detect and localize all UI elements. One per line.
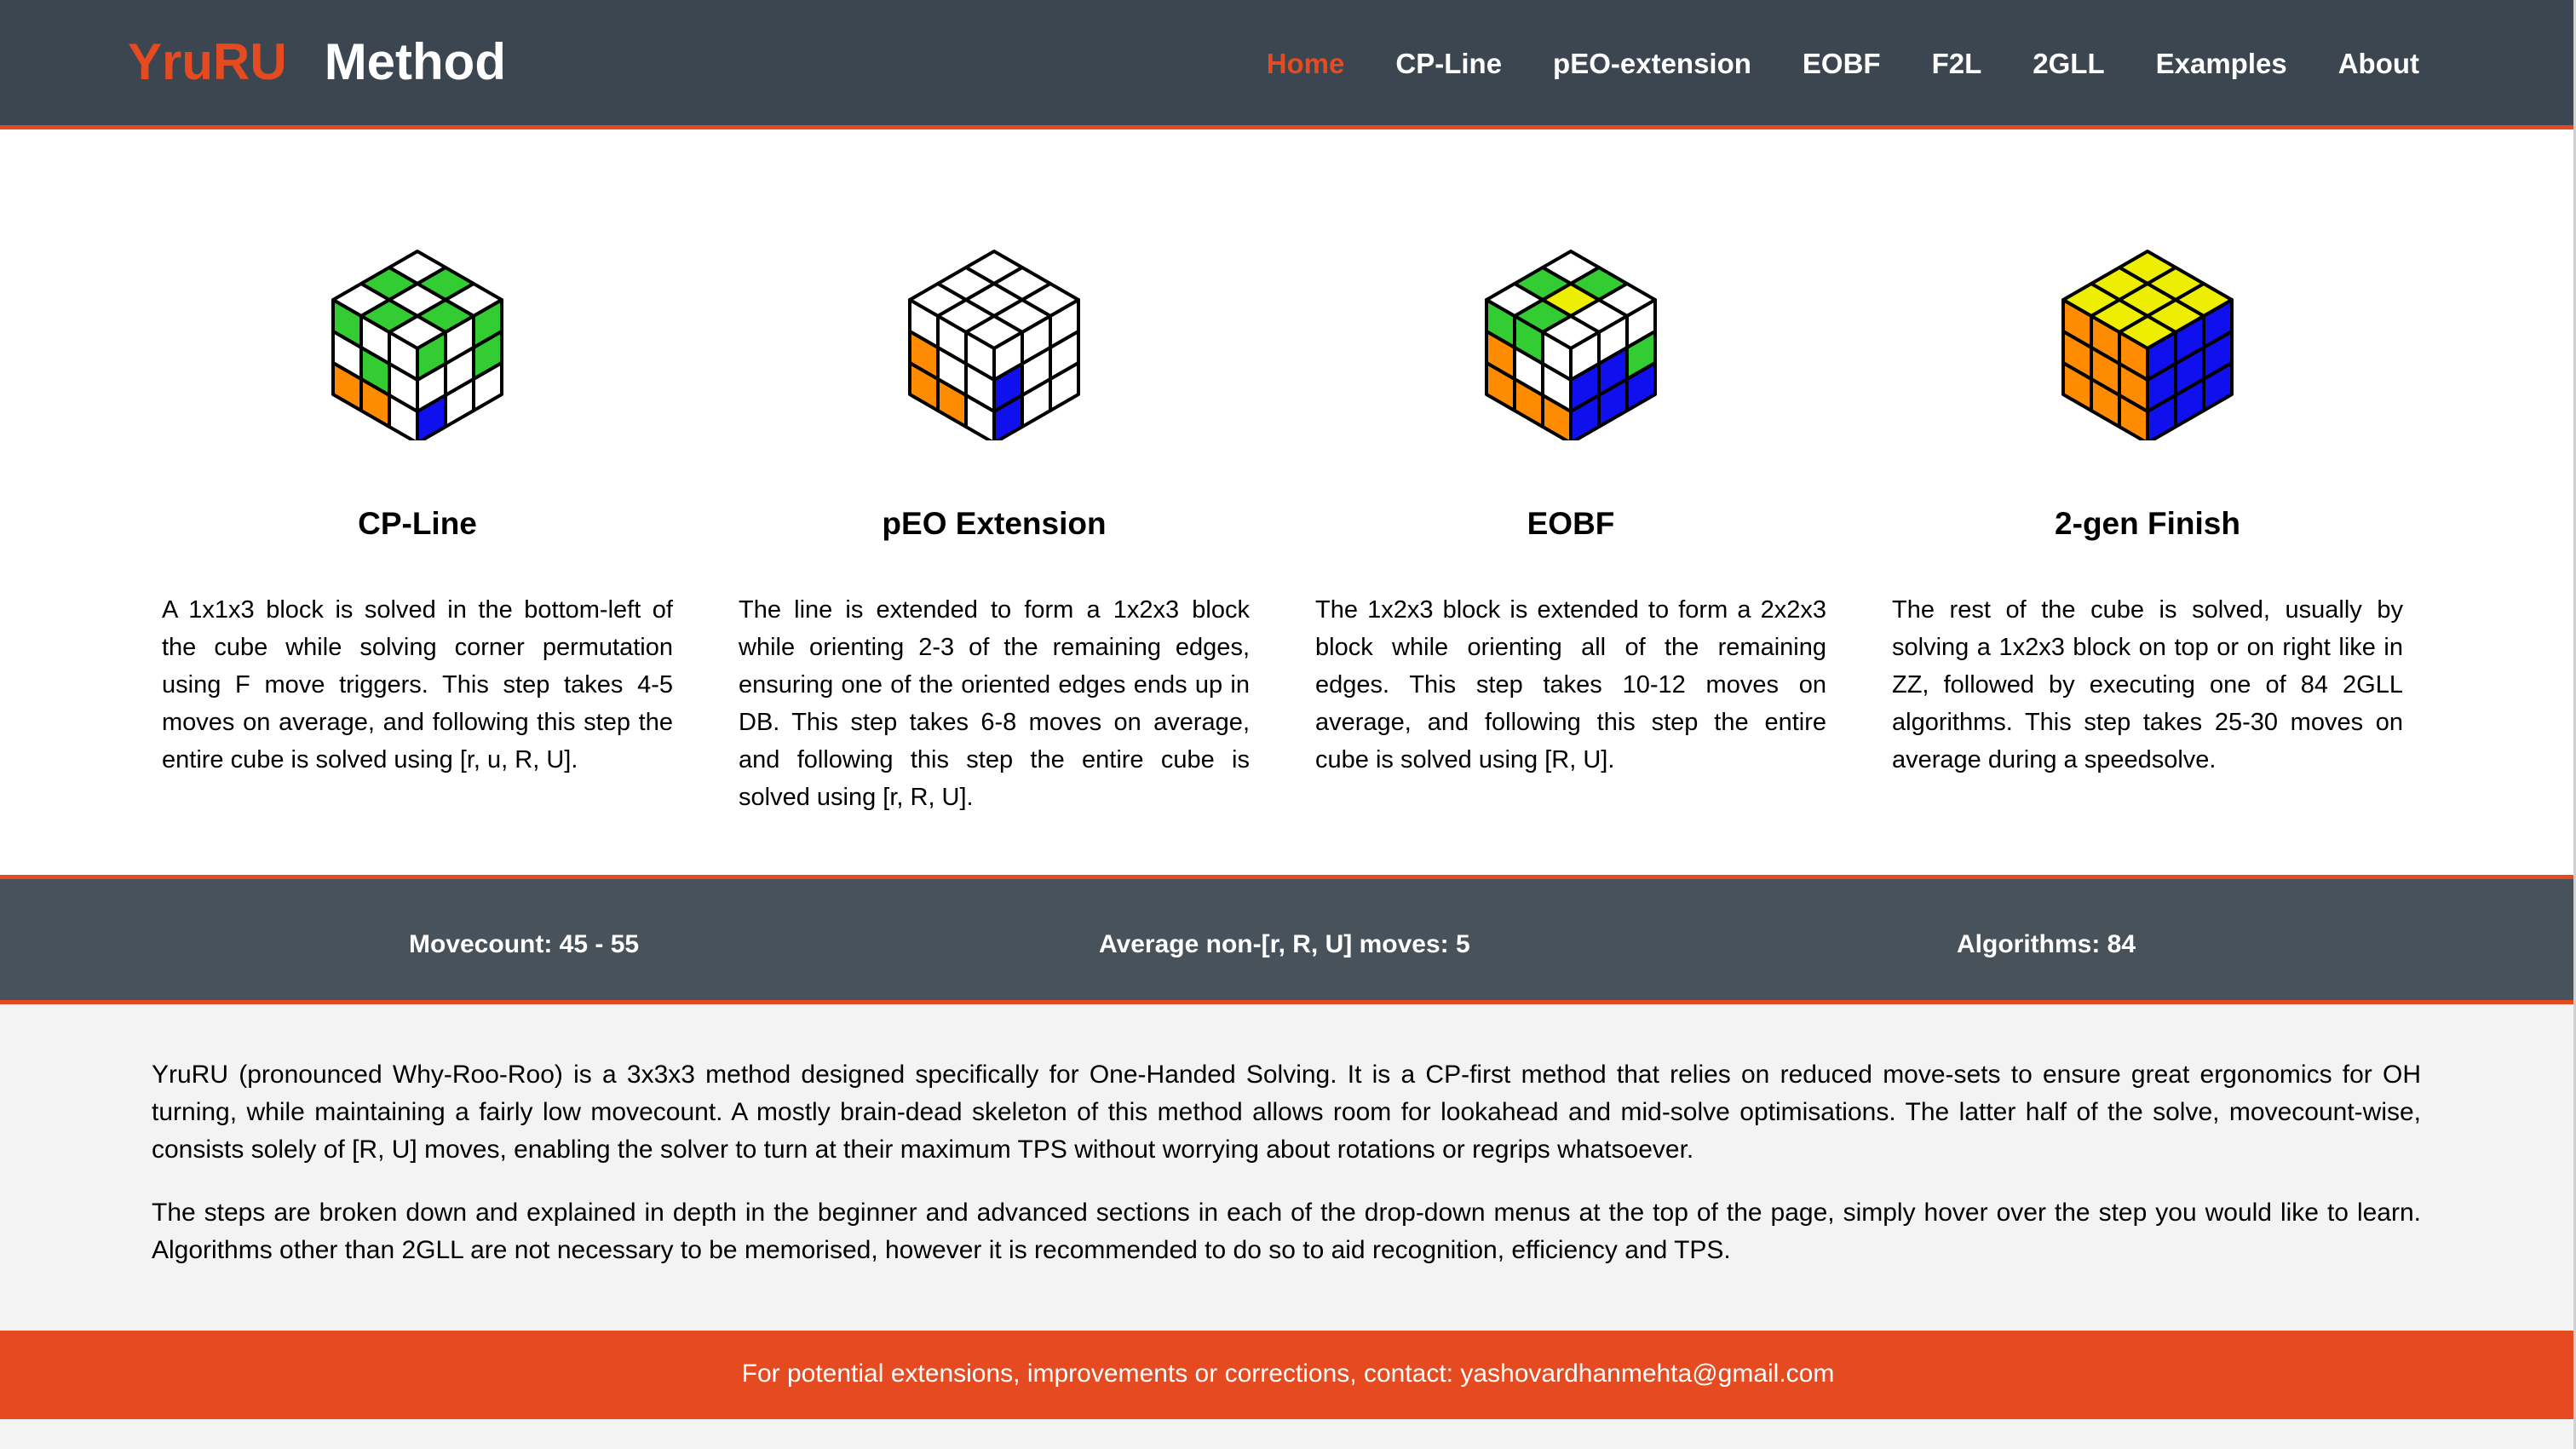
stat-algorithms: Algorithms: 84 <box>1957 930 2136 958</box>
step-title: CP-Line <box>358 506 477 541</box>
nav-cp-line[interactable]: CP-Line <box>1395 48 1502 80</box>
nav-examples[interactable]: Examples <box>2156 48 2287 80</box>
step-title: EOBF <box>1527 506 1615 541</box>
step-description: The rest of the cube is solved, usually … <box>1892 596 2403 773</box>
nav-peo-extension[interactable]: pEO-extension <box>1553 48 1751 80</box>
site-logo[interactable]: YruRU Method <box>128 32 506 91</box>
step-card-cp-line: CP-Line A 1x1x3 block is solved in the b… <box>162 129 673 779</box>
nav-home[interactable]: Home <box>1267 48 1345 80</box>
site-header: YruRU Method Home CP-Line pEO-extension E… <box>0 0 2576 129</box>
intro-paragraph-1: YruRU (pronounced Why-Roo-Roo) is a 3x3x… <box>152 1061 2421 1164</box>
cube-peo-extension-icon <box>908 250 1080 440</box>
steps-section: CP-Line A 1x1x3 block is solved in the b… <box>0 129 2576 875</box>
stat-movecount: Movecount: 45 - 55 <box>409 930 640 958</box>
step-card-eobf: EOBF The 1x2x3 block is extended to form… <box>1315 129 1826 779</box>
main-nav: Home CP-Line pEO-extension EOBF F2L 2GLL… <box>1216 48 2419 80</box>
footer-contact: For potential extensions, improvements o… <box>0 1360 2576 1389</box>
step-description: The line is extended to form a 1x2x3 blo… <box>739 596 1250 811</box>
nav-about[interactable]: About <box>2338 48 2419 80</box>
step-description: A 1x1x3 block is solved in the bottom-le… <box>162 596 673 773</box>
brand-main-text: Method <box>324 33 506 90</box>
step-title: 2-gen Finish <box>2055 506 2240 541</box>
cube-cp-line-icon <box>331 250 503 440</box>
stat-non-ru-moves: Average non-[r, R, U] moves: 5 <box>1099 930 1470 958</box>
brand-accent-text: YruRU <box>128 33 287 90</box>
cube-eobf-icon <box>1485 250 1657 440</box>
step-description: The 1x2x3 block is extended to form a 2x… <box>1315 596 1826 773</box>
cube-2gen-finish-icon <box>2061 250 2234 440</box>
site-footer: For potential extensions, improvements o… <box>0 1331 2576 1419</box>
nav-f2l[interactable]: F2L <box>1932 48 1982 80</box>
intro-section: YruRU (pronounced Why-Roo-Roo) is a 3x3x… <box>152 1056 2421 1295</box>
nav-eobf[interactable]: EOBF <box>1803 48 1881 80</box>
intro-paragraph-2: The steps are broken down and explained … <box>152 1199 2421 1264</box>
step-title: pEO Extension <box>882 506 1107 541</box>
contact-email-link[interactable]: yashovardhanmehta@gmail.com <box>1460 1360 1834 1388</box>
footer-prefix: For potential extensions, improvements o… <box>741 1360 1461 1388</box>
nav-2gll[interactable]: 2GLL <box>2033 48 2104 80</box>
stats-bar: Movecount: 45 - 55 Average non-[r, R, U]… <box>0 875 2576 1004</box>
step-card-2gen-finish: 2-gen Finish The rest of the cube is sol… <box>1892 129 2403 779</box>
step-card-peo-extension: pEO Extension The line is extended to fo… <box>739 129 1250 816</box>
